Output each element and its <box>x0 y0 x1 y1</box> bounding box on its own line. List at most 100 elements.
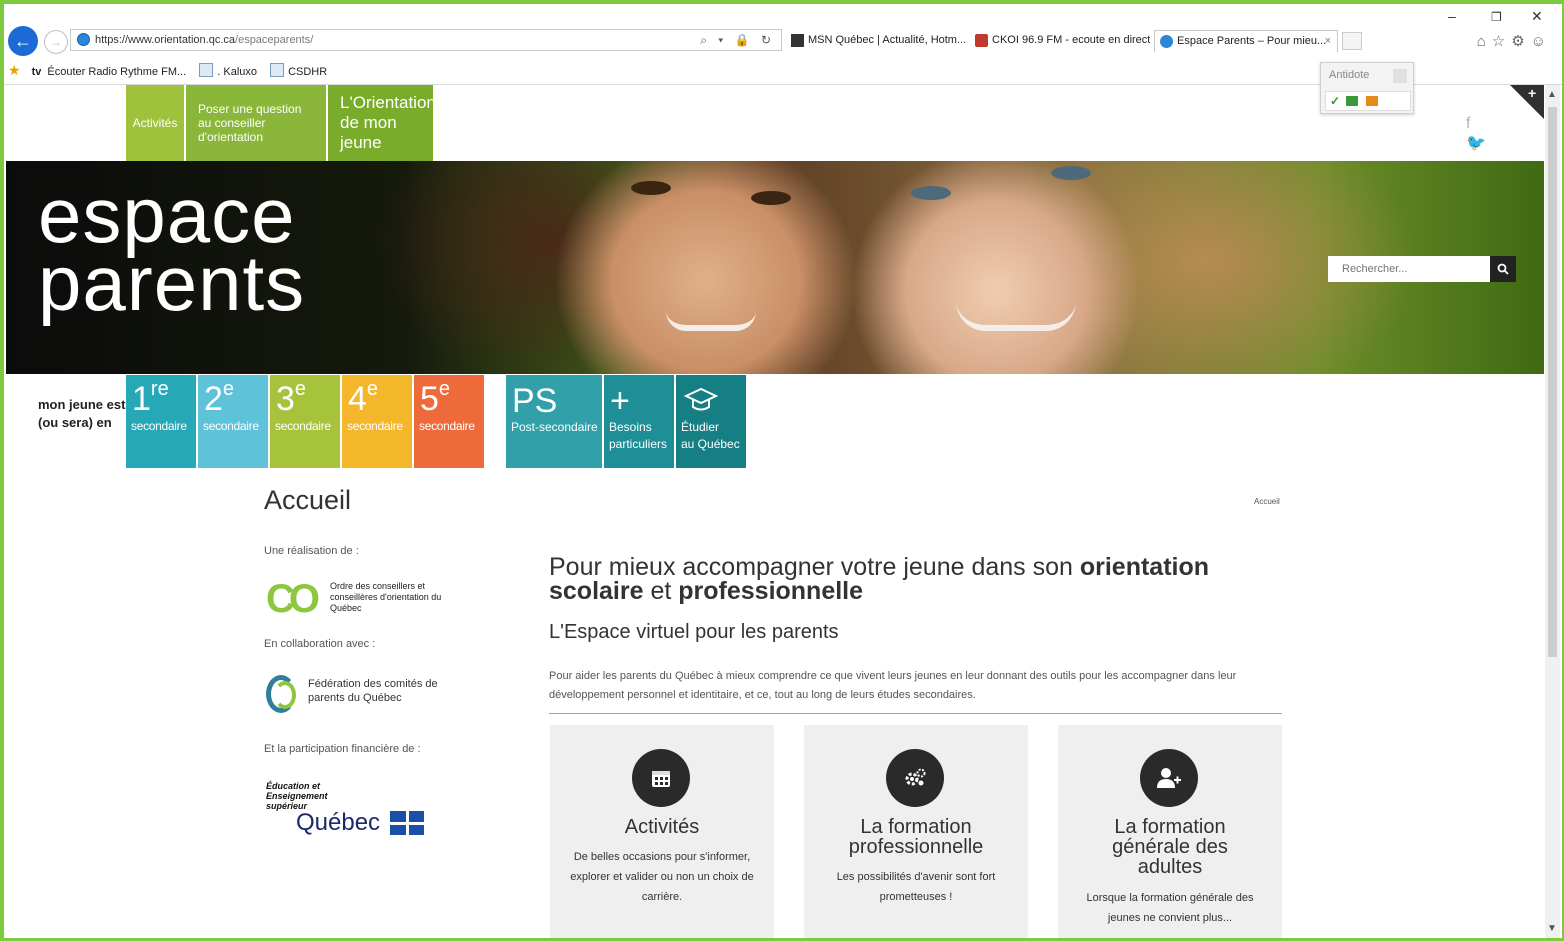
back-button[interactable]: ← <box>8 26 38 56</box>
tab-ckoi[interactable]: CKOI 96.9 FM - ecoute en direct <box>970 30 1150 52</box>
level-post-secondaire[interactable]: PS Post-secondaire <box>506 375 602 468</box>
address-tools[interactable]: ⌕ ▾ 🔒 ↻ <box>700 30 775 50</box>
hero-title: espace parents <box>38 176 305 322</box>
level-1-secondaire[interactable]: 1re secondaire <box>126 375 196 468</box>
level-2-secondaire[interactable]: 2e secondaire <box>198 375 268 468</box>
browser-chrome: ← → https://www.orientation.qc.ca/espace… <box>4 4 1562 114</box>
besoins-word: Besoins particuliers <box>609 419 667 453</box>
card-title: La formation professionnelle <box>848 816 984 858</box>
ps-label: PS <box>512 382 558 420</box>
occoq-mark: CO <box>266 577 320 621</box>
restore-button[interactable]: ❐ <box>1491 10 1502 24</box>
heading-bold: professionnelle <box>678 577 864 605</box>
level-sup: e <box>222 378 235 400</box>
fcpq-mark-inner <box>274 681 296 709</box>
level-etudier-au-quebec[interactable]: Étudier au Québec <box>676 375 746 468</box>
fav-csdhr[interactable]: CSDHR <box>270 62 327 82</box>
new-tab-button[interactable] <box>1342 32 1362 50</box>
check-icon[interactable]: ✓ <box>1330 94 1340 108</box>
level-num: 3 <box>276 380 295 418</box>
fav-label: Écouter Radio Rythme FM... <box>47 66 187 78</box>
nav-poser-question[interactable]: Poser une question au conseiller d'orien… <box>186 85 328 161</box>
level-3-secondaire[interactable]: 3e secondaire <box>270 375 340 468</box>
level-prompt-line: (ou sera) en <box>38 415 112 430</box>
close-tab-icon[interactable]: × <box>1325 31 1331 52</box>
fcpq-name: Fédération des comités de parents du Qué… <box>308 678 438 704</box>
breadcrumb[interactable]: Accueil <box>1254 497 1280 506</box>
level-word: secondaire <box>419 419 475 433</box>
intro-text: Pour aider les parents du Québec à mieux… <box>549 670 1237 701</box>
site-icon <box>77 33 90 46</box>
page-scrollbar[interactable]: ▲ ▼ <box>1545 85 1560 938</box>
eesq-logo[interactable]: Éducation et Enseignement supérieur Québ… <box>266 781 466 841</box>
forward-button[interactable]: → <box>44 30 68 54</box>
address-bar[interactable]: https://www.orientation.qc.ca/espacepare… <box>70 29 782 51</box>
level-word: secondaire <box>131 419 187 433</box>
level-word: secondaire <box>275 419 331 433</box>
hero-photo-smile <box>666 311 756 331</box>
main-heading: Pour mieux accompagner votre jeune dans … <box>549 553 1249 605</box>
nav-orientation[interactable]: L'Orientation de mon jeune <box>328 85 436 161</box>
heading-part: et <box>643 577 679 605</box>
subtitle: L'Espace virtuel pour les parents <box>549 621 839 643</box>
fav-label: . Kaluxo <box>217 66 257 78</box>
hero-photo-eye <box>1051 166 1091 180</box>
corner-tab[interactable] <box>1510 85 1544 119</box>
hero-photo-eye <box>911 186 951 200</box>
etudier-line: Étudier <box>681 420 720 434</box>
heading-bold: orientation <box>1079 553 1210 581</box>
close-window-button[interactable]: ✕ <box>1531 8 1543 25</box>
msn-icon <box>791 34 804 47</box>
card-formation-generale-adultes[interactable]: La formation générale des adultes Lorsqu… <box>1058 725 1282 938</box>
search-icon <box>1497 263 1509 275</box>
eesq-name: Éducation et Enseignement supérieur <box>266 781 328 811</box>
occoq-logo[interactable]: CO Ordre des conseillers et conseillères… <box>266 579 466 619</box>
search-button[interactable] <box>1490 256 1516 282</box>
card-description: De belles occasions pour s'informer, exp… <box>570 851 754 903</box>
home-fav-settings-icons[interactable]: ⌂☆⚙☺ <box>1477 32 1552 50</box>
scroll-down-icon[interactable]: ▼ <box>1547 923 1557 934</box>
web-page: Activités Poser une question au conseill… <box>4 85 1544 938</box>
antidote-toolbar: Antidote ✓ <box>1320 62 1414 114</box>
card-activites[interactable]: Activités De belles occasions pour s'inf… <box>550 725 774 938</box>
heading-bold: scolaire <box>549 577 644 605</box>
fav-rythme[interactable]: tv Écouter Radio Rythme FM... <box>32 62 187 82</box>
dictionary-icon[interactable] <box>1346 96 1359 106</box>
tab-msn[interactable]: MSN Québec | Actualité, Hotm... <box>786 30 966 52</box>
tab-espace-parents[interactable]: Espace Parents – Pour mieu... × <box>1154 30 1338 52</box>
card-description: Les possibilités d'avenir sont fort prom… <box>836 871 996 903</box>
card-title: La formation générale des adultes <box>1112 816 1228 878</box>
guide-icon[interactable] <box>1366 96 1379 106</box>
favorites-star-icon[interactable]: ★ <box>8 62 21 78</box>
fcpq-logo[interactable]: Fédération des comités de parents du Qué… <box>266 675 466 719</box>
ckoi-icon <box>975 34 988 47</box>
ie-icon <box>1160 35 1173 48</box>
fav-kaluxo[interactable]: . Kaluxo <box>199 62 257 82</box>
besoins-line: particuliers <box>609 437 668 451</box>
antidote-tools[interactable]: ✓ <box>1325 91 1411 111</box>
page-icon <box>199 63 214 77</box>
ps-word: Post-secondaire <box>511 420 598 434</box>
antidote-close[interactable] <box>1393 69 1407 83</box>
level-word: secondaire <box>203 419 259 433</box>
nav-activites[interactable]: Activités <box>126 85 186 161</box>
scroll-up-icon[interactable]: ▲ <box>1547 89 1557 100</box>
level-4-secondaire[interactable]: 4e secondaire <box>342 375 412 468</box>
plus-icon[interactable]: + <box>1528 85 1536 101</box>
occoq-name: Ordre des conseillers et conseillères d'… <box>330 581 442 613</box>
tab-label: CKOI 96.9 FM - ecoute en direct <box>992 34 1150 46</box>
social-icons[interactable]: f 🐦 <box>1466 115 1544 153</box>
level-5-secondaire[interactable]: 5e secondaire <box>414 375 484 468</box>
card-formation-professionnelle[interactable]: La formation professionnelle Les possibi… <box>804 725 1028 938</box>
minimize-button[interactable]: – <box>1448 8 1456 24</box>
hero-photo-smile <box>956 301 1076 331</box>
add-user-icon <box>1140 749 1198 807</box>
search-input[interactable] <box>1328 256 1490 282</box>
card-description: Lorsque la formation générale des jeunes… <box>1086 892 1254 924</box>
level-besoins-particuliers[interactable]: + Besoins particuliers <box>604 375 674 468</box>
level-num: 4 <box>348 380 367 418</box>
divider <box>549 713 1282 714</box>
scroll-thumb[interactable] <box>1548 107 1557 657</box>
besoins-line: Besoins <box>609 420 652 434</box>
tab-label: MSN Québec | Actualité, Hotm... <box>808 34 966 46</box>
